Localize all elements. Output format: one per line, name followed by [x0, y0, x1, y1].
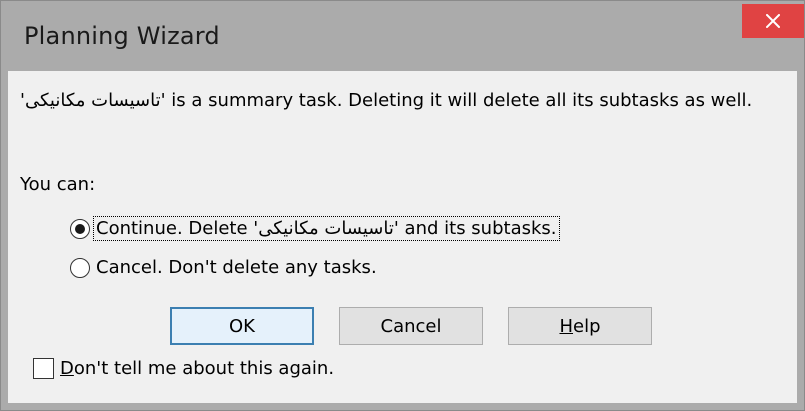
- dialog-body: 'تاسیسات مکانیکی' is a summary task. Del…: [8, 71, 797, 403]
- continue-task-name: 'تاسیسات مکانیکی': [253, 218, 399, 239]
- message-text: is a summary task. Deleting it will dele…: [165, 90, 753, 111]
- dont-tell-again-option[interactable]: Don't tell me about this again.: [33, 358, 334, 379]
- continue-radio[interactable]: [70, 218, 90, 239]
- continue-option[interactable]: Continue. Delete 'تاسیسات مکانیکی' and i…: [70, 216, 560, 241]
- cancel-option-label[interactable]: Cancel. Don't delete any tasks.: [94, 256, 379, 279]
- continue-prefix: Continue. Delete: [96, 218, 254, 239]
- checkbox-label-rest: on't tell me about this again.: [73, 358, 335, 379]
- planning-wizard-dialog: Planning Wizard 'تاسیسات مکانیکی' is a s…: [0, 0, 805, 411]
- dont-tell-again-label[interactable]: Don't tell me about this again.: [60, 358, 334, 379]
- dont-tell-again-checkbox[interactable]: [33, 358, 54, 379]
- message-task-name: 'تاسیسات مکانیکی': [20, 90, 166, 111]
- continue-option-label[interactable]: Continue. Delete 'تاسیسات مکانیکی' and i…: [93, 216, 560, 241]
- help-label-rest: elp: [573, 315, 601, 337]
- continue-suffix: and its subtasks.: [398, 218, 557, 239]
- checkbox-mnemonic: D: [60, 358, 74, 379]
- dialog-title: Planning Wizard: [24, 22, 220, 50]
- help-mnemonic: H: [559, 315, 574, 337]
- options-heading: You can:: [20, 174, 96, 195]
- cancel-option[interactable]: Cancel. Don't delete any tasks.: [70, 256, 379, 279]
- close-button[interactable]: [742, 4, 804, 38]
- close-icon: [766, 14, 780, 28]
- cancel-radio[interactable]: [70, 257, 90, 278]
- help-button[interactable]: Help: [508, 307, 652, 345]
- warning-message: 'تاسیسات مکانیکی' is a summary task. Del…: [20, 89, 790, 113]
- ok-button[interactable]: OK: [170, 307, 314, 345]
- title-bar[interactable]: Planning Wizard: [1, 1, 804, 71]
- cancel-button[interactable]: Cancel: [339, 307, 483, 345]
- radio-selected-dot: [75, 223, 85, 234]
